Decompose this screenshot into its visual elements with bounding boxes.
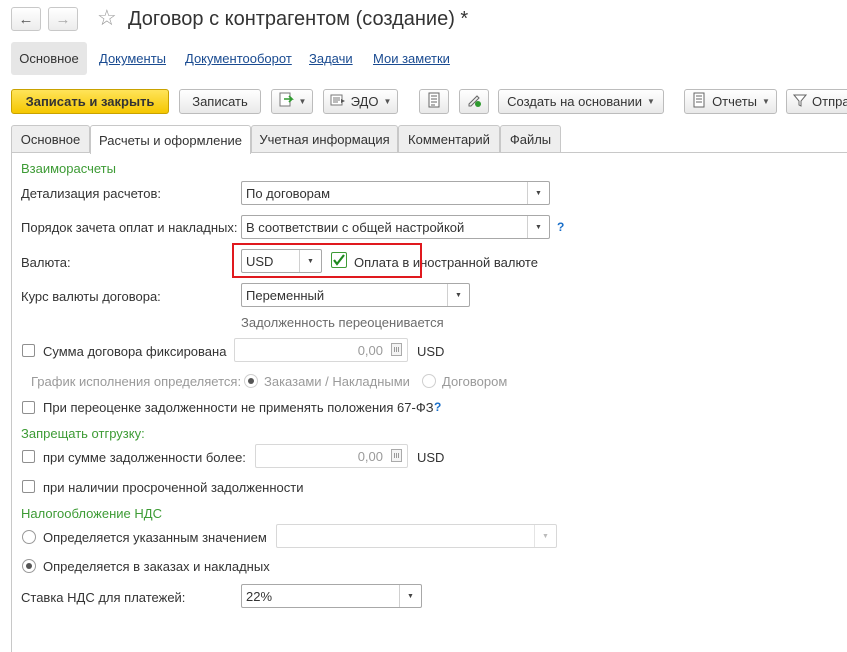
favorite-star-icon[interactable]: ☆ xyxy=(97,6,117,30)
dropdown-arrow-icon[interactable]: ▼ xyxy=(399,585,421,607)
save-and-close-label: Записать и закрыть xyxy=(25,94,155,109)
reports-label: Отчеты xyxy=(712,94,757,109)
calculator-icon[interactable] xyxy=(391,343,402,356)
forward-button[interactable]: → xyxy=(48,7,78,31)
back-button[interactable]: ← xyxy=(11,7,41,31)
detail-label: Детализация расчетов: xyxy=(21,186,161,201)
vat-rate-select[interactable]: 22% ▼ xyxy=(241,584,422,608)
caret-down-icon: ▼ xyxy=(646,97,655,106)
rate-select[interactable]: Переменный ▼ xyxy=(241,283,470,307)
vat-specified-radio[interactable] xyxy=(22,530,36,544)
edo-icon xyxy=(330,93,346,110)
detail-value: По договорам xyxy=(246,185,331,201)
save-label: Записать xyxy=(192,94,248,109)
pencil-icon xyxy=(466,92,482,111)
rate-note: Задолженность переоценивается xyxy=(241,315,444,330)
create-based-on-button[interactable]: Создать на основании ▼ xyxy=(498,89,664,114)
offset-order-label: Порядок зачета оплат и накладных: xyxy=(21,220,238,235)
tab-settlements[interactable]: Расчеты и оформление xyxy=(90,125,251,154)
dropdown-arrow-icon[interactable]: ▼ xyxy=(534,525,556,547)
create-based-on-label: Создать на основании xyxy=(507,94,642,109)
debt-limit-checkbox[interactable] xyxy=(22,450,35,463)
caret-down-icon: ▼ xyxy=(762,97,770,106)
rate-value: Переменный xyxy=(246,287,325,303)
vat-rate-label: Ставка НДС для платежей: xyxy=(21,590,186,605)
help-icon[interactable]: ? xyxy=(434,400,441,414)
schedule-contract-radio[interactable] xyxy=(422,374,436,388)
fixed-sum-value: 0,00 xyxy=(357,342,383,358)
send-button[interactable]: Отпра xyxy=(786,89,847,114)
schedule-label: График исполнения определяется: xyxy=(31,374,242,389)
calculator-icon[interactable] xyxy=(391,449,402,462)
edo-label: ЭДО xyxy=(350,94,379,109)
debt-limit-currency: USD xyxy=(417,450,445,465)
section-settlements: Взаиморасчеты xyxy=(21,161,116,176)
nav-my-notes[interactable]: Мои заметки xyxy=(373,51,450,66)
edit-note-button[interactable] xyxy=(459,89,489,114)
help-icon[interactable]: ? xyxy=(557,220,564,234)
vat-orders-radio[interactable] xyxy=(22,559,36,573)
overdue-label[interactable]: при наличии просроченной задолженности xyxy=(43,480,303,495)
tab-accounting[interactable]: Учетная информация xyxy=(251,125,398,153)
offset-order-select[interactable]: В соответствии с общей настройкой ▼ xyxy=(241,215,550,239)
debt-limit-label[interactable]: при сумме задолженности более: xyxy=(43,450,246,465)
detail-select[interactable]: По договорам ▼ xyxy=(241,181,550,205)
vat-orders-label[interactable]: Определяется в заказах и накладных xyxy=(43,559,270,574)
send-label: Отпра xyxy=(812,94,847,109)
tab-main[interactable]: Основное xyxy=(11,125,90,153)
highlight-box xyxy=(232,243,422,278)
reports-icon xyxy=(691,92,707,111)
offset-order-value: В соответствии с общей настройкой xyxy=(246,219,465,235)
caret-down-icon: ▼ xyxy=(383,97,392,106)
fixed-sum-field[interactable]: 0,00 xyxy=(234,338,408,362)
revaluation-checkbox[interactable] xyxy=(22,401,35,414)
dropdown-arrow-icon[interactable]: ▼ xyxy=(527,182,549,204)
edo-menu-button[interactable]: ЭДО ▼ xyxy=(323,89,398,114)
schedule-orders-label[interactable]: Заказами / Накладными xyxy=(264,374,410,389)
fixed-sum-checkbox[interactable] xyxy=(22,344,35,357)
vat-value-select[interactable]: ▼ xyxy=(276,524,557,548)
nav-main[interactable]: Основное xyxy=(11,42,87,75)
fixed-sum-label[interactable]: Сумма договора фиксирована xyxy=(43,344,226,359)
currency-label: Валюта: xyxy=(21,255,71,270)
tab-comment[interactable]: Комментарий xyxy=(398,125,500,153)
debt-limit-field[interactable]: 0,00 xyxy=(255,444,408,468)
revaluation-label[interactable]: При переоценке задолженности не применят… xyxy=(43,400,434,415)
print-menu-button[interactable]: ▼ xyxy=(271,89,313,114)
report-list-button[interactable] xyxy=(419,89,449,114)
dropdown-arrow-icon[interactable]: ▼ xyxy=(447,284,469,306)
schedule-orders-radio[interactable] xyxy=(244,374,258,388)
section-shipping: Запрещать отгрузку: xyxy=(21,426,145,441)
filter-icon xyxy=(792,93,808,110)
arrow-left-icon: ← xyxy=(18,10,34,28)
fixed-sum-currency: USD xyxy=(417,344,445,359)
debt-limit-value: 0,00 xyxy=(357,448,383,464)
nav-documents[interactable]: Документы xyxy=(99,51,166,66)
overdue-checkbox[interactable] xyxy=(22,480,35,493)
schedule-contract-label[interactable]: Договором xyxy=(442,374,507,389)
save-and-close-button[interactable]: Записать и закрыть xyxy=(11,89,169,114)
vat-rate-value: 22% xyxy=(246,588,273,604)
save-button[interactable]: Записать xyxy=(179,89,261,114)
rate-label: Курс валюты договора: xyxy=(21,289,161,304)
vat-specified-label[interactable]: Определяется указанным значением xyxy=(43,530,267,545)
section-vat: Налогообложение НДС xyxy=(21,506,162,521)
nav-document-flow[interactable]: Документооборот xyxy=(185,51,292,66)
nav-tasks[interactable]: Задачи xyxy=(309,51,353,66)
tab-files[interactable]: Файлы xyxy=(500,125,561,153)
list-document-icon xyxy=(428,92,440,111)
caret-down-icon: ▼ xyxy=(298,97,307,106)
dropdown-arrow-icon[interactable]: ▼ xyxy=(527,216,549,238)
panel-border xyxy=(11,152,12,652)
page-title: Договор с контрагентом (создание) * xyxy=(128,8,469,30)
document-arrow-icon xyxy=(278,92,294,111)
reports-menu-button[interactable]: Отчеты ▼ xyxy=(684,89,777,114)
arrow-right-icon: → xyxy=(55,10,71,28)
